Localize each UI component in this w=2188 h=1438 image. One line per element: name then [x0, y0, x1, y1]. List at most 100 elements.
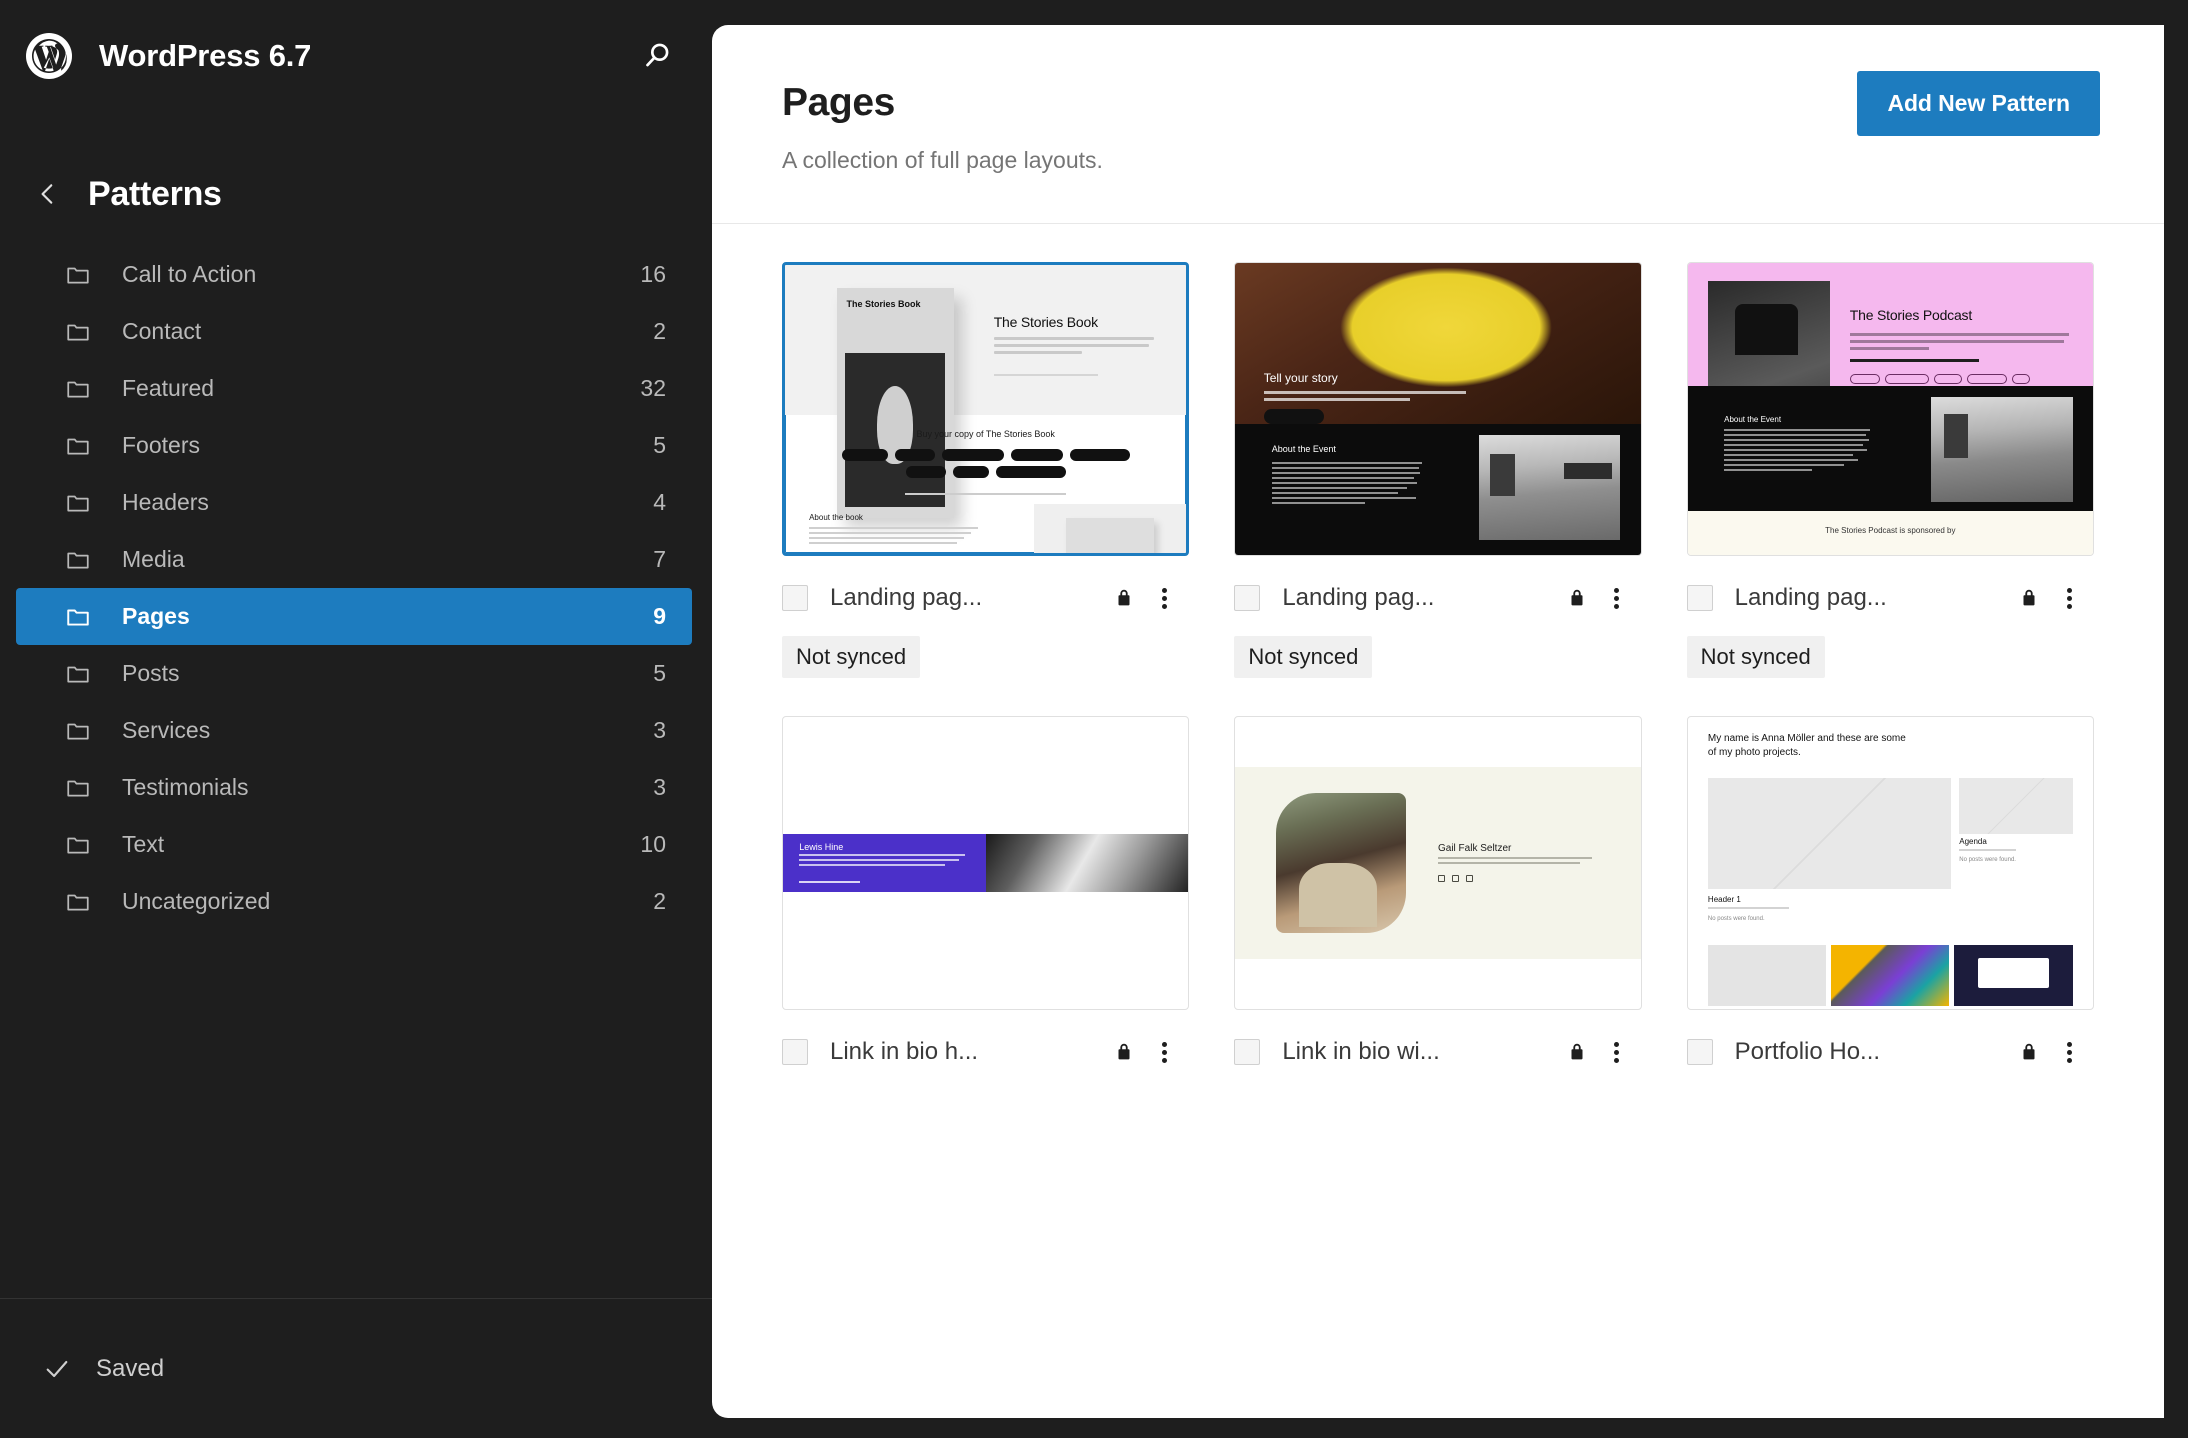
sidebar-item-testimonials[interactable]: Testimonials 3 — [16, 759, 692, 816]
pattern-card-footer: Link in bio wi... — [1234, 1010, 1641, 1074]
sidebar-item-call-to-action[interactable]: Call to Action 16 — [16, 246, 692, 303]
pattern-select-checkbox[interactable] — [782, 585, 808, 611]
folder-icon — [64, 489, 92, 517]
checkmark-icon — [40, 1352, 74, 1386]
pattern-card-footer: Landing pag... — [1234, 556, 1641, 620]
folder-icon — [64, 261, 92, 289]
pattern-actions-menu-button[interactable] — [1139, 1030, 1189, 1074]
pattern-card: Tell your story About the Event Landing … — [1234, 262, 1641, 678]
pattern-thumbnail[interactable]: Lewis Hine — [782, 716, 1189, 1010]
folder-icon — [64, 774, 92, 802]
pattern-grid: The Stories Book The Stories Book Buy yo… — [782, 224, 2094, 1074]
sidebar-item-featured[interactable]: Featured 32 — [16, 360, 692, 417]
sidebar-item-label: Text — [122, 831, 640, 858]
thumb-block-1-sub — [1708, 907, 1789, 909]
folder-icon — [64, 888, 92, 916]
thumb-heading: Tell your story — [1264, 371, 1338, 385]
pattern-title[interactable]: Landing pag... — [1735, 584, 2014, 612]
thumb-band: Lewis Hine — [783, 834, 1188, 892]
chevron-left-icon[interactable] — [26, 172, 70, 216]
pattern-thumbnail[interactable]: The Stories Podcast About the Event The … — [1687, 262, 2094, 556]
wordpress-patterns-app: WordPress 6.7 Patterns Call to — [0, 0, 2188, 1438]
thumb-block-2-sub — [1959, 849, 2016, 851]
thumb-portrait-image — [1276, 793, 1406, 933]
lock-icon — [1109, 586, 1139, 610]
grid-row-spacer — [782, 678, 1189, 716]
folder-icon — [64, 546, 92, 574]
sidebar-item-services[interactable]: Services 3 — [16, 702, 692, 759]
thumb-note-line — [994, 374, 1098, 376]
thumb-retailer-buttons — [841, 449, 1130, 478]
add-new-pattern-button[interactable]: Add New Pattern — [1857, 71, 2100, 136]
thumb-project-2 — [1831, 945, 1949, 1006]
pattern-card: The Stories Book The Stories Book Buy yo… — [782, 262, 1189, 678]
pattern-thumbnail[interactable]: My name is Anna Möller and these are som… — [1687, 716, 2094, 1010]
sidebar-item-headers[interactable]: Headers 4 — [16, 474, 692, 531]
sync-status-badge: Not synced — [782, 636, 920, 678]
thumb-heading: My name is Anna Möller and these are som… — [1708, 732, 1911, 760]
sidebar-item-footers[interactable]: Footers 5 — [16, 417, 692, 474]
lock-icon — [1562, 1040, 1592, 1064]
pattern-select-checkbox[interactable] — [1234, 585, 1260, 611]
folder-icon — [64, 603, 92, 631]
pattern-title[interactable]: Landing pag... — [830, 584, 1109, 612]
pattern-thumbnail[interactable]: Gail Falk Seltzer — [1234, 716, 1641, 1010]
thumb-about-heading: About the Event — [1272, 444, 1336, 454]
sidebar-header: WordPress 6.7 — [0, 0, 712, 112]
sidebar-item-uncategorized[interactable]: Uncategorized 2 — [16, 873, 692, 930]
sidebar-item-pages[interactable]: Pages 9 — [16, 588, 692, 645]
thumb-heading: The Stories Book — [994, 314, 1098, 330]
x-icon — [1438, 875, 1445, 882]
link-icon — [1466, 875, 1473, 882]
pattern-select-checkbox[interactable] — [1234, 1039, 1260, 1065]
pattern-actions-menu-button[interactable] — [1592, 1030, 1642, 1074]
pattern-actions-menu-button[interactable] — [2044, 576, 2094, 620]
pattern-select-checkbox[interactable] — [1687, 1039, 1713, 1065]
sidebar-item-label: Media — [122, 546, 653, 573]
thumb-placeholder-small — [1959, 778, 2072, 833]
thumb-body-lines — [1850, 333, 2069, 354]
sidebar-item-posts[interactable]: Posts 5 — [16, 645, 692, 702]
wordpress-logo-icon[interactable] — [26, 33, 72, 79]
pattern-actions-menu-button[interactable] — [1139, 576, 1189, 620]
pattern-thumbnail[interactable]: The Stories Book The Stories Book Buy yo… — [782, 262, 1189, 556]
pattern-title[interactable]: Portfolio Ho... — [1735, 1038, 2014, 1066]
pattern-title[interactable]: Link in bio wi... — [1282, 1038, 1561, 1066]
folder-icon — [64, 660, 92, 688]
pattern-actions-menu-button[interactable] — [1592, 576, 1642, 620]
pattern-thumbnail[interactable]: Tell your story About the Event — [1234, 262, 1641, 556]
pattern-title[interactable]: Link in bio h... — [830, 1038, 1109, 1066]
thumb-about-lines — [1272, 462, 1422, 507]
app-title: WordPress 6.7 — [99, 38, 634, 74]
thumb-project-3 — [1954, 945, 2072, 1006]
pattern-card: Lewis Hine Link in bio h... — [782, 716, 1189, 1074]
pattern-title[interactable]: Landing pag... — [1282, 584, 1561, 612]
sync-status-badge: Not synced — [1234, 636, 1372, 678]
grid-row-spacer — [1234, 678, 1641, 716]
search-icon[interactable] — [634, 32, 682, 80]
main-header: Pages A collection of full page layouts.… — [712, 25, 2164, 224]
folder-icon — [64, 717, 92, 745]
thumb-block-2-note: No posts were found. — [1959, 857, 2072, 863]
sidebar: WordPress 6.7 Patterns Call to — [0, 0, 712, 1438]
sync-status-badge: Not synced — [1687, 636, 1825, 678]
thumb-sponsor-note: The Stories Podcast is sponsored by — [1688, 526, 2093, 535]
save-status-button[interactable]: Saved — [0, 1299, 712, 1438]
pattern-select-checkbox[interactable] — [782, 1039, 808, 1065]
sidebar-item-text[interactable]: Text 10 — [16, 816, 692, 873]
thumb-heading: Lewis Hine — [799, 842, 843, 852]
sidebar-item-contact[interactable]: Contact 2 — [16, 303, 692, 360]
pattern-select-checkbox[interactable] — [1687, 585, 1713, 611]
sidebar-item-media[interactable]: Media 7 — [16, 531, 692, 588]
thumb-block-1-title: Header 1 — [1708, 895, 1741, 904]
pattern-card-footer: Portfolio Ho... — [1687, 1010, 2094, 1074]
thumb-project-row — [1708, 945, 2073, 1006]
thumb-body-lines — [1264, 391, 1467, 405]
pattern-actions-menu-button[interactable] — [2044, 1030, 2094, 1074]
thumb-social-icons — [1438, 875, 1473, 882]
save-status-label: Saved — [96, 1355, 164, 1383]
sidebar-item-count: 5 — [653, 432, 666, 459]
sidebar-item-count: 3 — [653, 774, 666, 801]
folder-icon — [64, 831, 92, 859]
thumb-project-1 — [1708, 945, 1826, 1006]
